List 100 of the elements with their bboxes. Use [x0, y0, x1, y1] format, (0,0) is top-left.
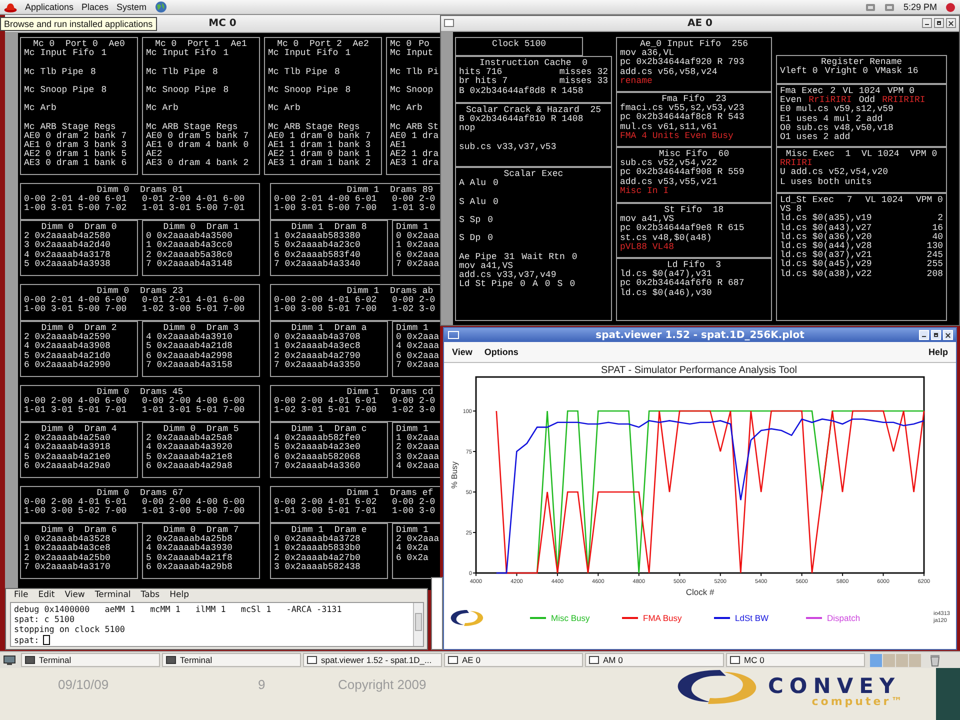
taskbar-button[interactable]: spat.viewer 1.52 - spat.1D_... — [303, 653, 442, 667]
panel-line: AE0 1 dra — [390, 132, 440, 141]
menu-item[interactable]: Applications — [25, 2, 74, 12]
axis-label: Clock # — [686, 587, 714, 597]
panel-title: Dimm 0 Dram 7 — [163, 526, 240, 535]
panel-line: 2 0x2aaa — [396, 443, 440, 453]
panel-line: st.cs v48,$0(a48) — [620, 234, 713, 243]
hat-icon[interactable] — [4, 2, 17, 12]
panel-title: Dimm 0 Dram 3 — [163, 324, 240, 333]
panel-line: 6 0x2a — [396, 554, 430, 563]
close-button[interactable] — [946, 18, 956, 28]
trash-icon[interactable] — [930, 654, 940, 666]
panel-line: nop — [459, 124, 476, 134]
ring-logo-icon — [676, 669, 758, 705]
tray-icon[interactable] — [945, 2, 956, 12]
taskbar-button[interactable]: Terminal — [162, 653, 301, 667]
panel-line: 0-01 2-01 4-01 6-00 — [142, 296, 246, 306]
panel-line: Mc Snoop — [390, 86, 434, 96]
taskbar-button[interactable]: AM 0 — [585, 653, 724, 667]
menu-item[interactable]: Options — [484, 347, 518, 357]
panel-line: ld.cs $0(a47),v31 — [620, 270, 713, 280]
desktop-icon[interactable] — [3, 654, 16, 666]
panel-line: AE1 0 dram 3 bank 3 — [24, 141, 128, 150]
terminal-icon — [166, 656, 176, 664]
globe-icon[interactable] — [154, 1, 167, 13]
menu-item[interactable]: Tabs — [140, 590, 160, 600]
panel-line: AE1 0 dram 4 bank 0 — [146, 141, 250, 150]
panel-line: Mc Snoop Pipe 8 — [146, 86, 230, 96]
panel-line: AE2 0 dram 1 bank 5 — [24, 150, 128, 160]
menu-item[interactable]: View — [452, 347, 472, 357]
panel-line: 1-00 3-01 5-00 7-02 — [24, 204, 128, 214]
panel-line: AE1 1 dram 1 bank 3 — [268, 141, 372, 150]
panel-line: pc 0x2b34644af9e8 R 615 — [620, 224, 746, 234]
panel-line: AE2 1 dra — [390, 150, 440, 160]
panel-line: 0 0x2aaaab4a3728 — [274, 535, 362, 544]
menu-item[interactable]: File — [14, 590, 28, 600]
menu-item[interactable]: Terminal — [94, 590, 131, 600]
panel-title: Dimm 0 Dram 2 — [41, 324, 118, 333]
panel-line: 1-01 3-01 5-01 7-01 — [24, 406, 128, 416]
panel-line: 7 0x2aaa — [396, 360, 440, 370]
menu-item[interactable]: Help — [170, 590, 190, 600]
taskbar-button[interactable]: AE 0 — [444, 653, 583, 667]
menu-item[interactable]: Edit — [38, 590, 55, 600]
panel-line: 3 0x2aaaab4a2d40 — [24, 241, 112, 250]
panel-line: 2 0x2aaaab4a25a8 — [146, 434, 234, 444]
panel-line: sub.cs v52,v54,v22 — [620, 159, 718, 168]
panel-line: B 0x2b34644af810 R 1408 — [459, 115, 584, 124]
menu-item[interactable]: System — [116, 2, 147, 12]
panel-line: AE3 1 dram 1 bank 2 — [268, 159, 372, 169]
taskbar-button[interactable]: MC 0 — [726, 653, 865, 667]
panel-line: 7 0x2aaaab4a3158 — [146, 360, 234, 370]
panel-line: 1-02 3-0 — [392, 406, 436, 416]
panel-line: VS 8 — [780, 205, 802, 214]
axis-label: % Busy — [450, 461, 459, 489]
panel-title: Misc Fifo 60 — [658, 150, 730, 159]
tray-icon[interactable] — [865, 2, 876, 12]
panel-line: 0-00 2-0 — [392, 498, 436, 508]
scrollbar[interactable] — [413, 603, 423, 646]
panel-title: Dimm 0 Dram 5 — [163, 425, 240, 434]
panel-line: 1-02 3-00 5-01 7-00 — [142, 305, 246, 315]
panel-title: Dimm 0 Dram 0 — [41, 223, 118, 232]
panel-line: 2 0x2aaaab4a25a0 — [24, 434, 112, 444]
panel-line: 4 0x2aaaab582fe0 — [274, 434, 362, 444]
panel-line: 5 0x2aaaab4a21d0 — [24, 352, 112, 361]
panel-line: 0 0x2aaaab4a3708 — [274, 333, 362, 342]
panel-line: ld.cs $0(a43),v27 16 — [780, 224, 943, 233]
panel-line: 4 0x2aaa — [396, 342, 440, 352]
taskbar-button[interactable]: Terminal — [21, 653, 160, 667]
panel-line: 2 0x2aaa — [396, 535, 440, 544]
slide-date: 09/10/09 — [58, 676, 110, 694]
panel-line: 7 0x2aaaab4a3350 — [274, 360, 362, 370]
menu-item[interactable]: Places — [82, 2, 109, 12]
panel-line: br hits 7 misses 33 — [459, 77, 608, 86]
panel-line: 0-00 2-0 — [392, 195, 436, 204]
menu-item[interactable]: View — [64, 590, 85, 600]
maximize-button[interactable] — [934, 18, 944, 28]
panel-line: AE0 0 dram 5 bank 7 — [146, 132, 250, 141]
panel-line: 1-00 3-00 5-01 7-00 — [274, 305, 378, 315]
panel-line: fmaci.cs v55,s2,v53,v23 — [620, 104, 746, 114]
panel-line: 1-02 3-01 5-01 7-00 — [274, 406, 378, 416]
panel-line: Mc Arb — [146, 104, 180, 114]
panel-line: Mc ARB Stage Regs — [24, 122, 117, 132]
menu-item[interactable]: Help — [928, 347, 948, 357]
copyright-text: Copyright 2009 — [338, 676, 428, 694]
panel-line: 6 0x2aaaab4a29b8 — [146, 562, 234, 572]
panel-line: 1-00 3-01 5-00 7-00 — [24, 305, 128, 315]
tray-icon[interactable] — [884, 2, 896, 12]
panel-line: 4 0x2aaaab4a3918 — [24, 443, 112, 452]
panel-line: Even RrIiRIRI Odd RRIIRIRI — [780, 96, 926, 106]
panel-line: 6 0x2aaaab4a29a8 — [146, 462, 234, 471]
panel-line: 1-01 3-0 — [392, 204, 436, 214]
panel-line: Mc Arb — [390, 104, 424, 114]
panel-line: mov a41,VS — [620, 215, 674, 224]
panel-title: Dimm 0 Drams 01 — [96, 186, 184, 195]
minimize-button[interactable] — [922, 18, 932, 28]
panel-line: Vleft 0 Vright 0 VMask 16 — [780, 67, 920, 76]
panel-line: 0-00 2-00 4-01 6-02 — [274, 296, 378, 306]
window-menu-icon[interactable] — [444, 19, 454, 27]
panel-line: Mc Tlb Pipe 8 — [24, 68, 97, 77]
panel-line: 2 0x2aaaab4a2790 — [274, 352, 362, 361]
